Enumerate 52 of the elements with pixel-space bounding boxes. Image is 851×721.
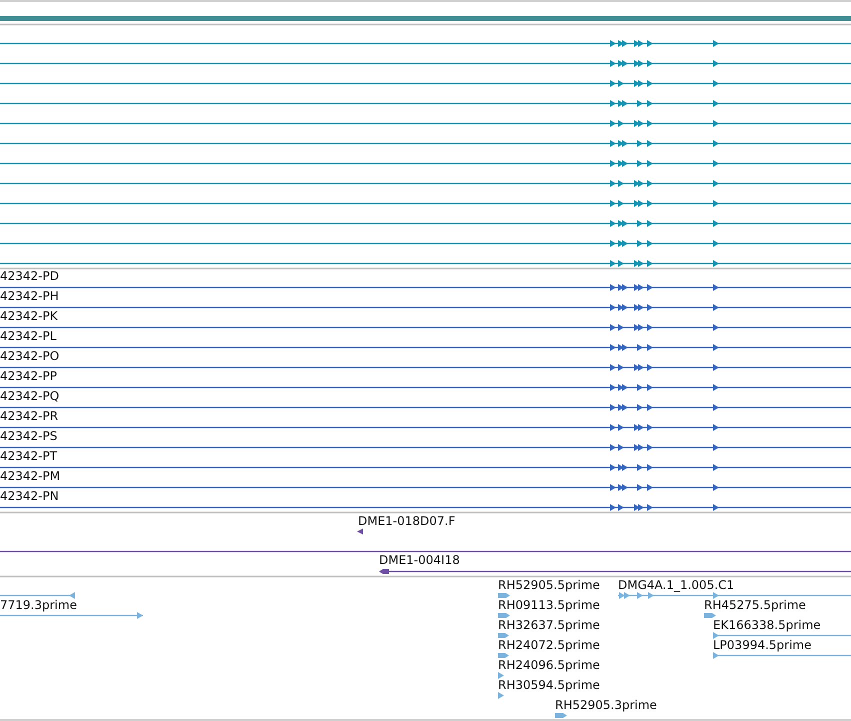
feature-label: RH09113.5prime: [498, 598, 600, 612]
transcript-drawing[interactable]: [0, 324, 851, 331]
transcript-drawing[interactable]: [0, 464, 851, 471]
feature-label: 42342-PT: [0, 449, 58, 463]
feature-label: EK166338.5prime: [713, 618, 821, 632]
feature-label: RH30594.5prime: [498, 678, 600, 692]
feature-label: RH24072.5prime: [498, 638, 600, 652]
feature-label: 7719.3prime: [0, 598, 77, 612]
transcript-drawing[interactable]: [0, 284, 851, 291]
transcript-drawing[interactable]: [0, 240, 851, 247]
feature-label: DME1-004I18: [379, 553, 460, 567]
transcript-drawing[interactable]: [0, 140, 851, 147]
feature-label: RH52905.3prime: [555, 698, 657, 712]
feature-label: 42342-PS: [0, 429, 58, 443]
feature-drawing[interactable]: [357, 528, 363, 534]
feature-label: 42342-PQ: [0, 389, 60, 403]
feature-label: 42342-PM: [0, 469, 60, 483]
feature-label: 42342-PR: [0, 409, 58, 423]
transcript-drawing[interactable]: [0, 80, 851, 87]
transcript-drawing[interactable]: [0, 180, 851, 187]
feature-label: 42342-PH: [0, 289, 59, 303]
transcript-drawing[interactable]: [0, 120, 851, 127]
transcript-drawing[interactable]: [0, 100, 851, 107]
transcript-drawing[interactable]: [0, 304, 851, 311]
feature-label: RH45275.5prime: [704, 598, 806, 612]
feature-label: 42342-PL: [0, 329, 56, 343]
transcript-drawing[interactable]: [0, 344, 851, 351]
transcript-drawing[interactable]: [0, 424, 851, 431]
feature-label: 42342-PK: [0, 309, 58, 323]
feature-label: 42342-PD: [0, 269, 59, 283]
feature-label: DMG4A.1_1.005.C1: [618, 578, 734, 592]
transcript-drawing[interactable]: [0, 40, 851, 47]
feature-label: RH52905.5prime: [498, 578, 600, 592]
feature-label: 42342-PN: [0, 489, 59, 503]
feature-drawing[interactable]: [379, 569, 851, 574]
feature-label: 42342-PO: [0, 349, 60, 363]
transcript-drawing[interactable]: [0, 60, 851, 67]
transcript-drawing[interactable]: [0, 504, 851, 511]
feature-label: RH32637.5prime: [498, 618, 600, 632]
transcript-drawing[interactable]: [0, 484, 851, 491]
feature-label: RH24096.5prime: [498, 658, 600, 672]
transcript-drawing[interactable]: [0, 404, 851, 411]
feature-label: DME1-018D07.F: [358, 514, 456, 528]
feature-label: LP03994.5prime: [713, 638, 812, 652]
transcript-drawing[interactable]: [0, 384, 851, 391]
transcript-drawing[interactable]: [0, 444, 851, 451]
transcript-drawing[interactable]: [0, 160, 851, 167]
transcript-drawing[interactable]: [0, 220, 851, 227]
transcript-drawing[interactable]: [0, 200, 851, 207]
transcript-drawing[interactable]: [0, 364, 851, 371]
transcript-drawing[interactable]: [0, 260, 851, 267]
feature-label: 42342-PP: [0, 369, 57, 383]
